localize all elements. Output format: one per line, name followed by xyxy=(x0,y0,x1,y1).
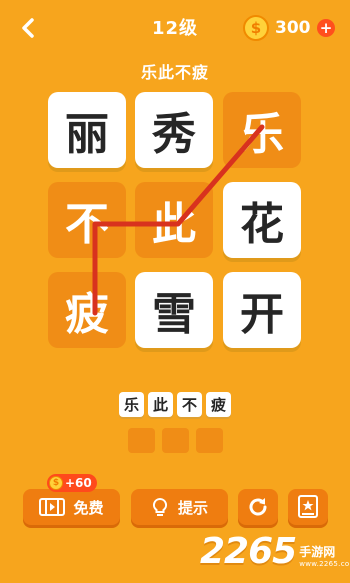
grid-cell[interactable]: 开 xyxy=(223,272,301,348)
answer-char: 此 xyxy=(148,392,173,417)
site-watermark: 2265 手游网 www.2265.com xyxy=(200,528,350,572)
grid-cell[interactable]: 花 xyxy=(223,182,301,258)
answer-char: 不 xyxy=(177,392,202,417)
watermark-brand: 2265 xyxy=(200,531,297,572)
refresh-button[interactable] xyxy=(238,489,278,525)
answer-char: 疲 xyxy=(206,392,231,417)
collection-button[interactable] xyxy=(288,489,328,525)
free-coins-button[interactable]: 免费 xyxy=(23,489,120,525)
reward-amount: +60 xyxy=(65,476,92,490)
hint-label: 提示 xyxy=(177,498,208,517)
grid-cell[interactable]: 丽 xyxy=(48,92,126,168)
grid-cell[interactable]: 此 xyxy=(135,182,213,258)
watermark-label: 手游网 xyxy=(299,545,336,559)
empty-slot-row xyxy=(0,428,350,453)
lightbulb-icon xyxy=(152,497,168,516)
coin-icon: $ xyxy=(49,476,63,490)
coin-count: 300 xyxy=(275,18,311,38)
watermark-url: www.2265.com xyxy=(299,560,350,568)
empty-slot xyxy=(127,428,155,453)
empty-slot xyxy=(161,428,189,453)
idiom-title: 乐此不疲 xyxy=(140,63,209,82)
hint-button[interactable]: 提示 xyxy=(131,489,228,525)
plus-icon: + xyxy=(319,18,333,37)
coin-icon: $ xyxy=(243,15,269,41)
grid-cell[interactable]: 疲 xyxy=(48,272,126,348)
grid-cell[interactable]: 秀 xyxy=(135,92,213,168)
add-coins-button[interactable]: + xyxy=(317,19,335,37)
refresh-icon xyxy=(249,498,267,516)
empty-slot xyxy=(195,428,223,453)
reward-badge: $ +60 xyxy=(47,474,97,492)
free-label: 免费 xyxy=(73,498,104,517)
grid-cell[interactable]: 不 xyxy=(48,182,126,258)
answer-char: 乐 xyxy=(119,392,144,417)
answer-row: 乐 此 不 疲 xyxy=(0,392,350,417)
film-strip-icon xyxy=(39,498,66,516)
grid-cell[interactable]: 乐 xyxy=(223,92,301,168)
star-book-icon xyxy=(298,495,318,518)
coin-balance: $ 300 xyxy=(243,13,311,43)
grid-cell[interactable]: 雪 xyxy=(135,272,213,348)
